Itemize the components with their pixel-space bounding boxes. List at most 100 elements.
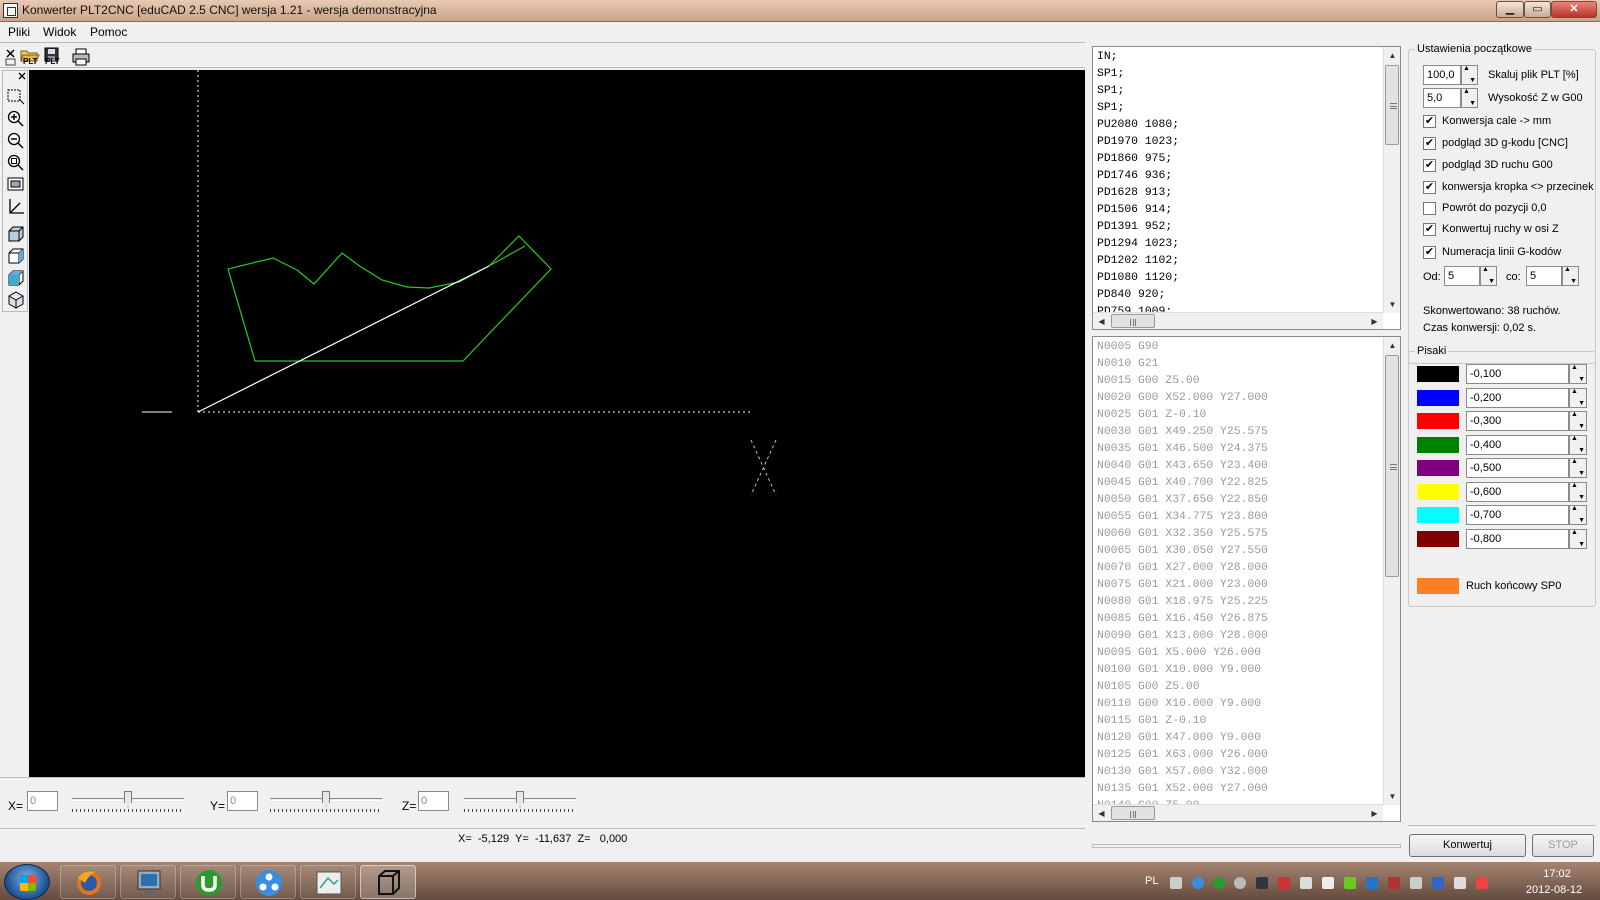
pen-depth-spin-icon[interactable]	[1569, 505, 1587, 525]
zoom-in-icon[interactable]	[6, 109, 26, 129]
pen-depth-input[interactable]: -0,600	[1466, 481, 1569, 502]
select-rect-icon[interactable]	[6, 87, 26, 107]
plt-horizontal-scrollbar[interactable]: ◀ ▶	[1093, 312, 1383, 329]
notepad-tray-icon[interactable]	[1322, 877, 1334, 889]
z-slider-thumb[interactable]	[516, 791, 524, 807]
pen-depth-input[interactable]: -0,200	[1466, 387, 1569, 408]
nvidia-tray-icon[interactable]	[1344, 877, 1356, 889]
checkbox-convert-z-box[interactable]: ✔	[1423, 223, 1436, 236]
scroll-right-icon[interactable]: ▶	[1366, 805, 1383, 821]
close-panel-icon[interactable]	[6, 72, 26, 82]
flag-tray-icon[interactable]	[1454, 877, 1466, 889]
minimize-button[interactable]: ▁	[1496, 1, 1524, 18]
clock-date[interactable]: 2012-08-12	[1519, 884, 1589, 896]
utorrent-tray-icon[interactable]	[1213, 877, 1225, 889]
pen-depth-spin-icon[interactable]	[1569, 364, 1587, 384]
plt-source-panel[interactable]: IN; SP1; SP1; SP1; PU2080 1080; PD1970 1023; P…	[1092, 46, 1401, 330]
update-tray-icon[interactable]	[1388, 877, 1400, 889]
media-tray-icon[interactable]	[1192, 877, 1204, 889]
final-move-swatch[interactable]	[1417, 578, 1459, 594]
security-tray-icon[interactable]	[1278, 877, 1290, 889]
scroll-up-icon[interactable]: ▲	[1384, 337, 1400, 354]
menu-pliki[interactable]: Pliki	[8, 25, 30, 39]
x-rotation-slider[interactable]	[70, 790, 186, 812]
language-indicator[interactable]: PL	[1145, 875, 1158, 887]
pen-depth-spin-icon[interactable]	[1569, 528, 1587, 549]
x-rotation-input[interactable]	[27, 791, 58, 811]
plt-vertical-scrollbar[interactable]: ▲ ▼	[1383, 47, 1400, 313]
checkbox-3d-gcode-box[interactable]: ✔	[1423, 137, 1436, 150]
pen-color-swatch[interactable]	[1417, 366, 1459, 382]
scroll-down-icon[interactable]: ▼	[1384, 788, 1400, 805]
scale-spin-icon[interactable]	[1461, 65, 1478, 85]
app-icon[interactable]	[3, 3, 18, 18]
scroll-right-icon[interactable]: ▶	[1366, 313, 1383, 329]
step-spin-icon[interactable]	[1562, 266, 1579, 286]
scroll-left-icon[interactable]: ◀	[1093, 313, 1110, 329]
view-3d-iso-icon[interactable]	[6, 290, 26, 310]
x-slider-thumb[interactable]	[124, 791, 132, 807]
pen-depth-spin-icon[interactable]	[1569, 411, 1587, 431]
gcode-vertical-scrollbar[interactable]: ▲ ▼	[1383, 337, 1400, 805]
close-button[interactable]: ✕	[1551, 1, 1597, 18]
monitor-tray-icon[interactable]	[1256, 877, 1268, 889]
volume-tray-icon[interactable]	[1410, 877, 1422, 889]
clock-time[interactable]: 17:02	[1532, 868, 1582, 880]
pen-depth-spin-icon[interactable]	[1569, 387, 1587, 408]
device-tray-icon[interactable]	[1300, 877, 1312, 889]
pen-color-swatch[interactable]	[1417, 436, 1459, 453]
pen-color-swatch[interactable]	[1417, 389, 1459, 406]
view-3d-front-icon[interactable]	[6, 224, 26, 244]
maximize-button[interactable]: ▭	[1524, 1, 1551, 18]
from-input[interactable]: 5	[1444, 266, 1480, 286]
checkbox-line-numbers-box[interactable]: ✔	[1423, 246, 1436, 259]
step-input[interactable]: 5	[1526, 266, 1562, 286]
pen-color-swatch[interactable]	[1417, 483, 1459, 500]
pen-depth-input[interactable]: -0,400	[1466, 434, 1569, 455]
drawing-canvas[interactable]	[29, 70, 1085, 777]
gcode-output-panel[interactable]: N0005 G90 N0010 G21 N0015 G00 Z5.00 N0020 G…	[1092, 336, 1401, 822]
y-slider-thumb[interactable]	[322, 791, 330, 807]
checkbox-3d-g00-box[interactable]: ✔	[1423, 159, 1436, 172]
media-task-button[interactable]	[240, 865, 296, 899]
gcode-horizontal-scrollbar[interactable]: ◀ ▶	[1093, 804, 1383, 821]
keyboard-icon[interactable]	[1170, 877, 1182, 889]
save-plt-icon[interactable]: PLT	[41, 46, 61, 66]
bluetooth-tray-icon[interactable]	[1432, 877, 1444, 889]
network-tray-icon[interactable]	[1234, 877, 1246, 889]
menu-widok[interactable]: Widok	[43, 25, 76, 39]
pen-color-swatch[interactable]	[1417, 460, 1459, 476]
scroll-down-icon[interactable]: ▼	[1384, 296, 1400, 313]
action-center-tray-icon[interactable]	[1476, 877, 1488, 889]
print-icon[interactable]	[70, 46, 90, 66]
app-tray-icon[interactable]	[1366, 877, 1378, 889]
zoom-window-icon[interactable]	[6, 175, 26, 195]
scroll-up-icon[interactable]: ▲	[1384, 47, 1400, 64]
view-3d-top-icon[interactable]	[6, 268, 26, 288]
pen-color-swatch[interactable]	[1417, 413, 1459, 429]
z-height-input[interactable]: 5,0	[1423, 88, 1461, 108]
view-3d-side-icon[interactable]	[6, 246, 26, 266]
close-file-icon[interactable]	[4, 46, 16, 66]
checkbox-inch-to-mm-box[interactable]: ✔	[1423, 115, 1436, 128]
pen-depth-input[interactable]: -0,800	[1466, 528, 1569, 549]
stop-button[interactable]: STOP	[1532, 834, 1594, 857]
scale-input[interactable]: 100,0	[1423, 65, 1461, 85]
plt2cnc-task-button[interactable]	[360, 865, 416, 899]
menu-pomoc[interactable]: Pomoc	[90, 25, 127, 39]
cnc-app-task-button[interactable]	[300, 865, 356, 899]
utorrent-task-button[interactable]	[180, 865, 236, 899]
zoom-fit-icon[interactable]	[6, 153, 26, 173]
pen-depth-input[interactable]: -0,300	[1466, 411, 1569, 431]
pen-depth-spin-icon[interactable]	[1569, 458, 1587, 478]
y-rotation-input[interactable]	[227, 791, 258, 811]
z-height-spin-icon[interactable]	[1461, 88, 1478, 108]
pen-depth-spin-icon[interactable]	[1569, 434, 1587, 455]
pen-depth-input[interactable]: -0,100	[1466, 364, 1569, 384]
scroll-thumb[interactable]	[1385, 65, 1399, 145]
axes-icon[interactable]	[6, 197, 26, 217]
convert-button[interactable]: Konwertuj	[1409, 834, 1526, 857]
scroll-thumb[interactable]	[1385, 355, 1399, 577]
firefox-task-button[interactable]	[60, 865, 116, 899]
checkbox-return-origin-box[interactable]	[1423, 202, 1436, 215]
